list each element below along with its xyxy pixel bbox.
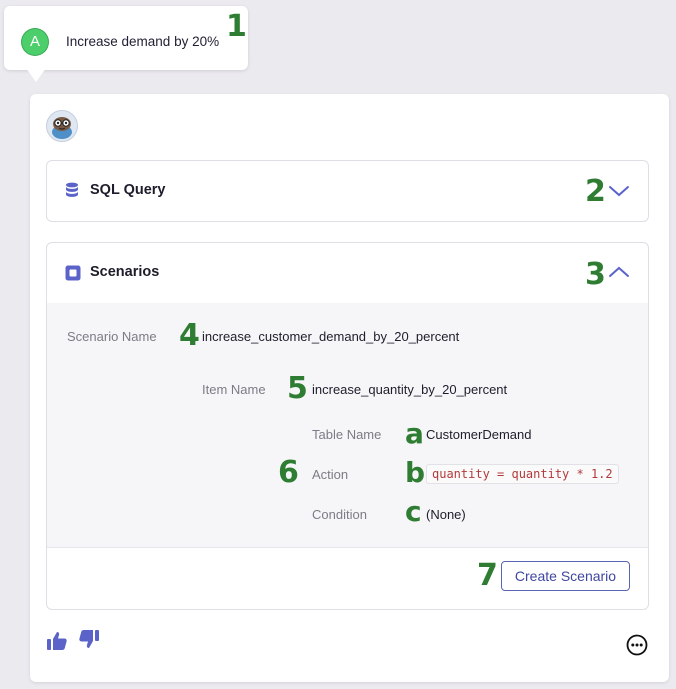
bot-avatar-icon: [52, 117, 72, 139]
bubble-tail: [26, 68, 46, 82]
annotation-c: c: [405, 495, 422, 528]
create-scenario-button[interactable]: Create Scenario: [501, 561, 630, 591]
annotation-a: a: [405, 417, 424, 450]
user-avatar: A: [22, 29, 48, 55]
annotation-b: b: [405, 456, 426, 489]
annotation-6: 6: [278, 455, 299, 490]
item-name-label: Item Name: [202, 382, 266, 397]
chevron-down-icon[interactable]: [608, 180, 630, 207]
item-name-value: increase_quantity_by_20_percent: [312, 382, 508, 397]
sql-query-panel[interactable]: SQL Query 2: [46, 160, 649, 222]
scenario-name-label: Scenario Name: [67, 329, 157, 344]
more-options-icon[interactable]: [626, 634, 648, 661]
scenario-details: Scenario Name 4 increase_customer_demand…: [47, 303, 648, 548]
annotation-3: 3: [585, 257, 606, 292]
condition-value: (None): [426, 507, 466, 522]
annotation-1: 1: [226, 9, 247, 44]
condition-label: Condition: [312, 507, 367, 522]
annotation-4: 4: [179, 318, 200, 353]
thumbs-up-icon[interactable]: [46, 630, 68, 657]
scenarios-title: Scenarios: [90, 264, 160, 280]
table-name-value: CustomerDemand: [426, 427, 532, 442]
scenarios-panel: Scenarios 3 Scenario Name 4 increase_cus…: [46, 242, 649, 610]
sql-query-title: SQL Query: [90, 182, 166, 198]
action-label: Action: [312, 467, 349, 482]
annotation-5: 5: [287, 371, 308, 406]
scenarios-header[interactable]: Scenarios 3: [47, 243, 648, 303]
table-name-label: Table Name: [312, 427, 382, 442]
scenario-name-value: increase_customer_demand_by_20_percent: [202, 329, 460, 344]
chevron-up-icon[interactable]: [608, 261, 630, 288]
thumbs-down-icon[interactable]: [78, 628, 100, 655]
action-value: quantity = quantity * 1.2: [426, 464, 619, 484]
user-message-text: Increase demand by 20%: [66, 34, 220, 49]
user-message-bubble: A Increase demand by 20%: [4, 6, 248, 70]
square-icon: [65, 265, 81, 286]
bot-avatar: [46, 110, 78, 142]
annotation-7: 7: [477, 558, 498, 593]
database-icon: [65, 182, 79, 203]
response-card: SQL Query 2 Scenarios 3 Scenario Name 4 …: [30, 94, 669, 682]
annotation-2: 2: [585, 174, 606, 209]
sql-query-header[interactable]: SQL Query 2: [47, 161, 648, 221]
